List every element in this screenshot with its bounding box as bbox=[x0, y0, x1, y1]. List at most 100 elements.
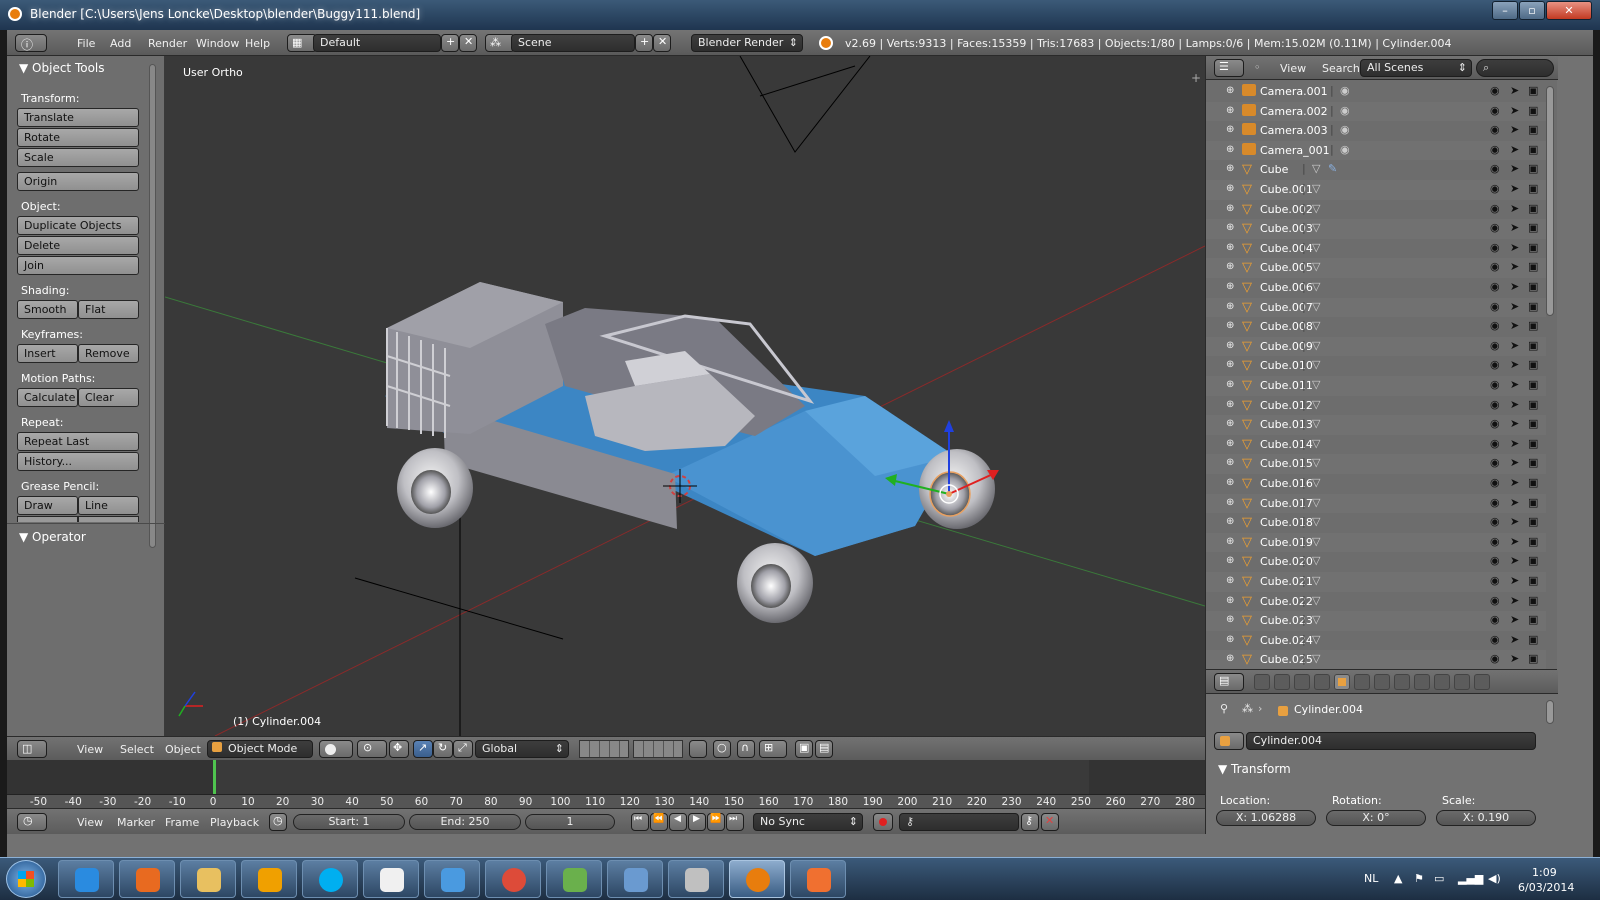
outliner-row[interactable]: ⊕ ▽ Cube.015 | ▽ ◉ ➤ ▣ bbox=[1206, 454, 1546, 474]
eye-icon[interactable]: ◉ bbox=[1490, 84, 1500, 97]
mesh-data-icon[interactable]: ▽ bbox=[1312, 300, 1320, 313]
render-engine-dropdown[interactable]: Blender Render ⇕ bbox=[691, 34, 803, 52]
scene-add-button[interactable]: + bbox=[635, 34, 653, 52]
eye-icon[interactable]: ◉ bbox=[1490, 652, 1500, 665]
object-browse-button[interactable] bbox=[1214, 732, 1244, 750]
pin-icon[interactable]: ⚲ bbox=[1220, 702, 1228, 715]
expand-icon[interactable]: ⊕ bbox=[1226, 203, 1234, 214]
expand-icon[interactable]: ⊕ bbox=[1226, 281, 1234, 292]
eye-icon[interactable]: ◉ bbox=[1490, 358, 1500, 371]
render-camera-icon[interactable]: ▣ bbox=[1528, 378, 1538, 391]
jump-end-button[interactable]: ⏭ bbox=[726, 813, 744, 831]
tab-texture[interactable] bbox=[1434, 674, 1450, 690]
rotate-button[interactable]: Rotate bbox=[17, 128, 139, 147]
mesh-data-icon[interactable]: ▽ bbox=[1312, 280, 1320, 293]
cursor-select-icon[interactable]: ➤ bbox=[1510, 496, 1519, 509]
eye-icon[interactable]: ◉ bbox=[1490, 437, 1500, 450]
camera-data-icon[interactable]: ◉ bbox=[1340, 123, 1350, 136]
expand-icon[interactable]: ⊕ bbox=[1226, 242, 1234, 253]
eye-icon[interactable]: ◉ bbox=[1490, 202, 1500, 215]
expand-icon[interactable]: ⊕ bbox=[1226, 653, 1234, 664]
cursor-select-icon[interactable]: ➤ bbox=[1510, 202, 1519, 215]
expand-icon[interactable]: ⊕ bbox=[1226, 536, 1234, 547]
eye-icon[interactable]: ◉ bbox=[1490, 260, 1500, 273]
panel-operator-header[interactable]: ▼ Operator bbox=[19, 530, 86, 544]
cursor-select-icon[interactable]: ➤ bbox=[1510, 182, 1519, 195]
cursor-select-icon[interactable]: ➤ bbox=[1510, 300, 1519, 313]
eye-icon[interactable]: ◉ bbox=[1490, 221, 1500, 234]
expand-icon[interactable]: ⊕ bbox=[1226, 261, 1234, 272]
editor-type-outliner[interactable]: ☰ bbox=[1214, 59, 1244, 77]
cursor-select-icon[interactable]: ➤ bbox=[1510, 162, 1519, 175]
editor-type-3d[interactable]: ◫ bbox=[17, 740, 47, 758]
outliner-row[interactable]: ⊕ ▽ Cube.005 | ▽ ◉ ➤ ▣ bbox=[1206, 258, 1546, 278]
current-frame-field[interactable]: 1 bbox=[525, 814, 615, 830]
render-camera-icon[interactable]: ▣ bbox=[1528, 221, 1538, 234]
cursor-select-icon[interactable]: ➤ bbox=[1510, 319, 1519, 332]
duplicate-objects-button[interactable]: Duplicate Objects bbox=[17, 216, 139, 235]
eye-icon[interactable]: ◉ bbox=[1490, 398, 1500, 411]
expand-icon[interactable]: ⊕ bbox=[1226, 497, 1234, 508]
cursor-select-icon[interactable]: ➤ bbox=[1510, 417, 1519, 430]
eye-icon[interactable]: ◉ bbox=[1490, 104, 1500, 117]
render-camera-icon[interactable]: ▣ bbox=[1528, 594, 1538, 607]
cursor-select-icon[interactable]: ➤ bbox=[1510, 378, 1519, 391]
mesh-data-icon[interactable]: ▽ bbox=[1312, 456, 1320, 469]
mesh-data-icon[interactable]: ▽ bbox=[1312, 476, 1320, 489]
clock-date[interactable]: 6/03/2014 bbox=[1518, 881, 1574, 894]
playback-menu[interactable]: Playback bbox=[210, 816, 259, 829]
cursor-select-icon[interactable]: ➤ bbox=[1510, 594, 1519, 607]
mesh-data-icon[interactable]: ▽ bbox=[1312, 437, 1320, 450]
outliner[interactable]: ☰ ◦ View Search All Scenes ⇕ ⌕ ⊕ Camera.00… bbox=[1205, 56, 1558, 669]
expand-icon[interactable]: ⊕ bbox=[1226, 457, 1234, 468]
taskbar-app-v-app[interactable] bbox=[241, 860, 297, 898]
smooth-button[interactable]: Smooth bbox=[17, 300, 78, 319]
draw-button[interactable]: Draw bbox=[17, 496, 78, 515]
outliner-row[interactable]: ⊕ Camera.002 | ◉ ◉ ➤ ▣ bbox=[1206, 101, 1546, 122]
cursor-select-icon[interactable]: ➤ bbox=[1510, 437, 1519, 450]
cursor-select-icon[interactable]: ➤ bbox=[1510, 241, 1519, 254]
translate-button[interactable]: Translate bbox=[17, 108, 139, 127]
insert-keyframe-button[interactable]: Insert bbox=[17, 344, 78, 363]
outliner-row[interactable]: ⊕ ▽ Cube.023 | ▽ ◉ ➤ ▣ bbox=[1206, 611, 1546, 631]
current-frame-indicator[interactable] bbox=[213, 760, 216, 794]
flat-button[interactable]: Flat bbox=[78, 300, 139, 319]
menu-help[interactable]: Help bbox=[245, 37, 270, 50]
cursor-select-icon[interactable]: ➤ bbox=[1510, 515, 1519, 528]
render-camera-icon[interactable]: ▣ bbox=[1528, 280, 1538, 293]
outliner-row[interactable]: ⊕ ▽ Cube.008 | ▽ ◉ ➤ ▣ bbox=[1206, 317, 1546, 337]
outliner-row[interactable]: ⊕ ▽ Cube.012 | ▽ ◉ ➤ ▣ bbox=[1206, 396, 1546, 416]
mesh-data-icon[interactable]: ▽ bbox=[1312, 398, 1320, 411]
render-camera-icon[interactable]: ▣ bbox=[1528, 202, 1538, 215]
eye-icon[interactable]: ◉ bbox=[1490, 515, 1500, 528]
outliner-row[interactable]: ⊕ ▽ Cube.014 | ▽ ◉ ➤ ▣ bbox=[1206, 435, 1546, 455]
taskbar-app-orange-app[interactable] bbox=[790, 860, 846, 898]
taskbar-app-internet-explorer[interactable] bbox=[58, 860, 114, 898]
outliner-row[interactable]: ⊕ ▽ Cube.011 | ▽ ◉ ➤ ▣ bbox=[1206, 376, 1546, 396]
wrench-icon[interactable]: ✎ bbox=[1328, 162, 1337, 175]
eye-icon[interactable]: ◉ bbox=[1490, 594, 1500, 607]
outliner-row[interactable]: ⊕ ▽ Cube.007 | ▽ ◉ ➤ ▣ bbox=[1206, 297, 1546, 318]
expand-icon[interactable]: ⊕ bbox=[1226, 183, 1234, 194]
tab-particles[interactable] bbox=[1454, 674, 1470, 690]
origin-button[interactable]: Origin bbox=[17, 172, 139, 191]
expand-icon[interactable]: ⊕ bbox=[1226, 105, 1234, 116]
cursor-select-icon[interactable]: ➤ bbox=[1510, 554, 1519, 567]
render-camera-icon[interactable]: ▣ bbox=[1528, 456, 1538, 469]
render-camera-icon[interactable]: ▣ bbox=[1528, 182, 1538, 195]
expand-icon[interactable]: ⊕ bbox=[1226, 85, 1234, 96]
eye-icon[interactable]: ◉ bbox=[1490, 535, 1500, 548]
editor-type-properties[interactable]: ▤ bbox=[1214, 673, 1244, 691]
outliner-item-name[interactable]: Camera.002 bbox=[1260, 105, 1328, 118]
camera-data-icon[interactable]: ◉ bbox=[1340, 143, 1350, 156]
tab-render[interactable] bbox=[1254, 674, 1270, 690]
render-camera-icon[interactable]: ▣ bbox=[1528, 300, 1538, 313]
render-camera-icon[interactable]: ▣ bbox=[1528, 574, 1538, 587]
eye-icon[interactable]: ◉ bbox=[1490, 633, 1500, 646]
outliner-item-name[interactable]: Camera_001 bbox=[1260, 144, 1330, 157]
join-button[interactable]: Join bbox=[17, 256, 139, 275]
insert-keyframe-keyingset-button[interactable]: ⚷ bbox=[1021, 813, 1039, 831]
select-menu[interactable]: Select bbox=[120, 743, 154, 756]
language-indicator[interactable]: NL bbox=[1364, 872, 1378, 885]
expand-icon[interactable]: ⊕ bbox=[1226, 634, 1234, 645]
